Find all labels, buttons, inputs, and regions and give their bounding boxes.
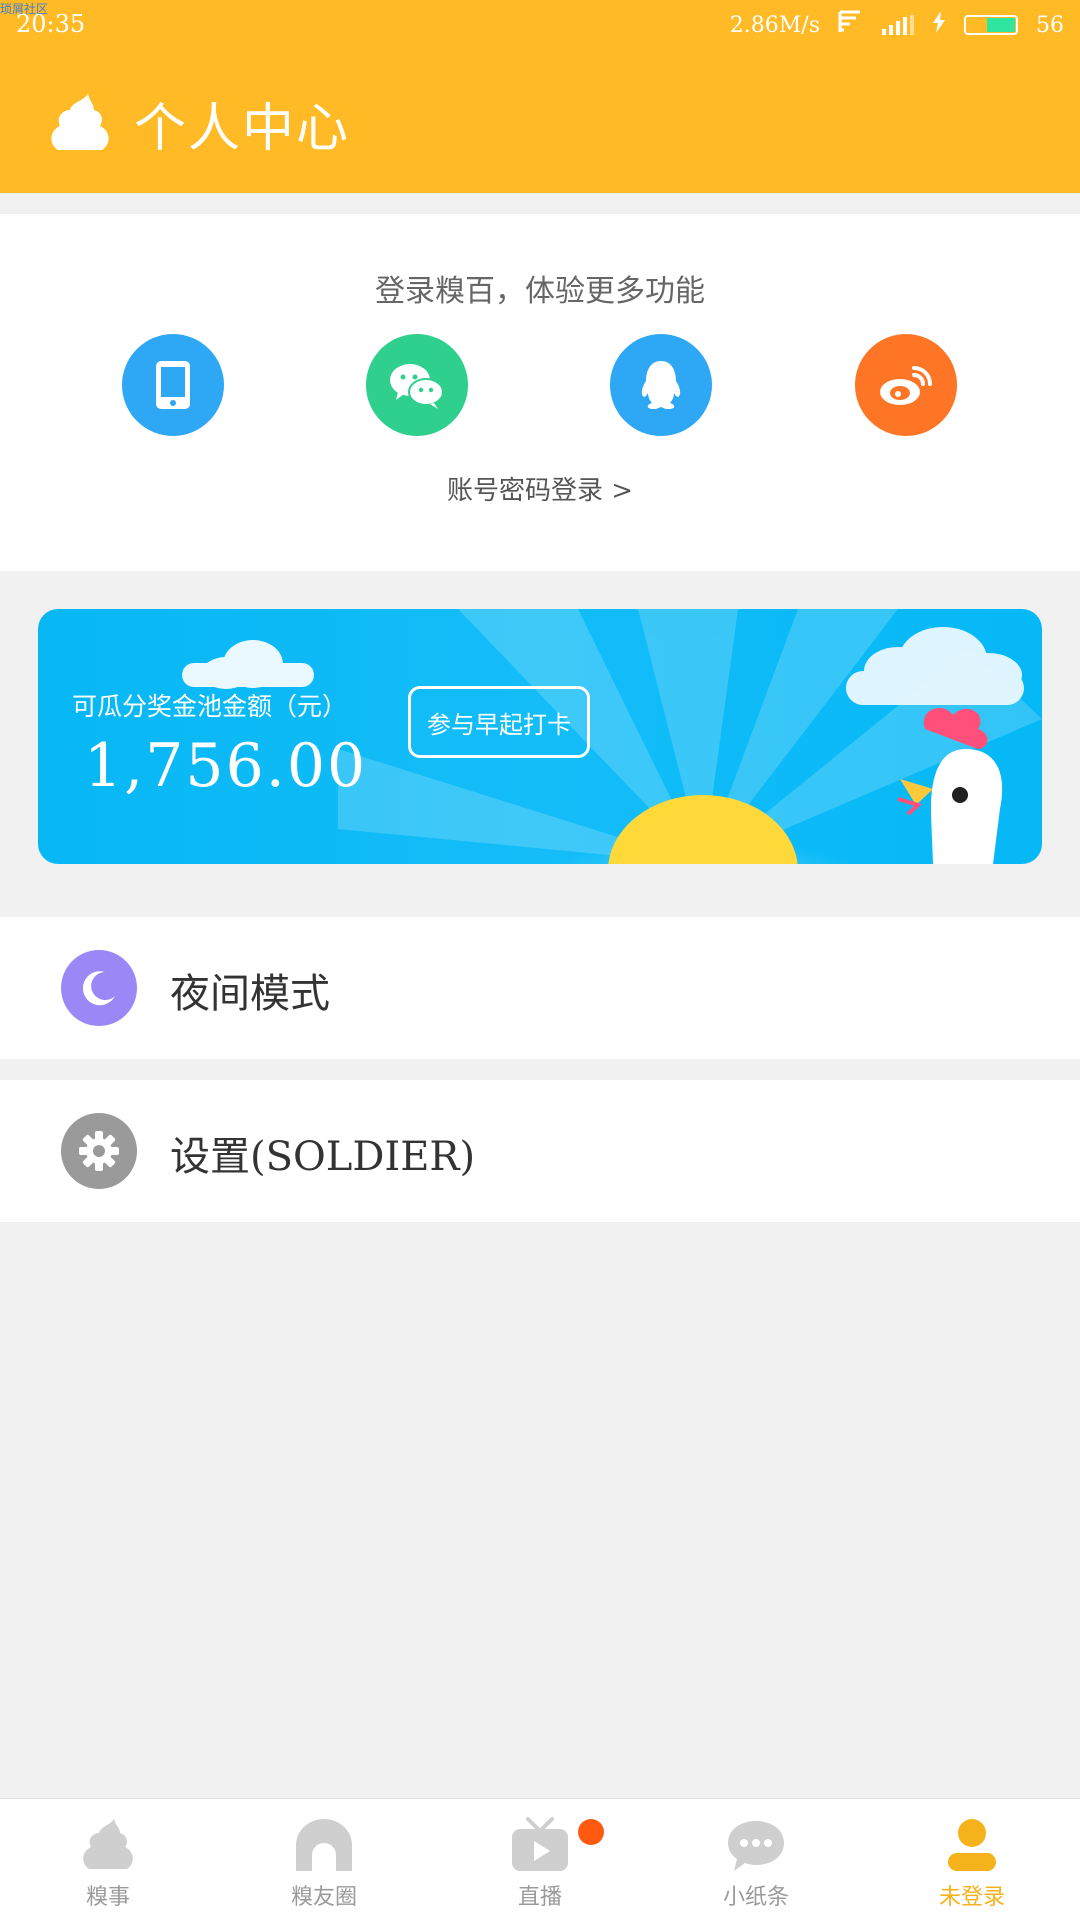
login-prompt: 登录糗百，体验更多功能 [375,274,705,309]
tab-label: 糗事 [85,1885,130,1910]
tab-messages[interactable]: 小纸条 [648,1799,864,1921]
status-bar-right: 2.86M/s 56 [730,10,1064,40]
account-password-login-link[interactable]: 账号密码登录 > [0,470,1080,507]
tab-label: 未登录 [938,1885,1005,1910]
bottom-tab-bar: 糗事 糗友圈 直播 小纸条 未登录 [0,1798,1080,1921]
user-icon [948,1819,996,1871]
weibo-login-button[interactable] [855,334,957,436]
network-speed: 2.86M/s [729,12,820,38]
chat-bubble-icon [728,1821,784,1871]
qq-login-button[interactable] [610,334,712,436]
app-header: 琐屑社区 20:35 2.86M/s 56 个人中心 [0,0,1080,193]
night-mode-label: 夜间模式 [170,971,330,1017]
qq-icon [641,361,681,409]
login-card: 登录糗百，体验更多功能 账号密码登录 > [0,214,1080,571]
wechat-icon [390,364,444,409]
arch-icon [296,1819,352,1871]
tab-label: 糗友圈 [290,1885,357,1910]
prize-pool-label: 可瓜分奖金池金额（元） [72,692,348,721]
weibo-icon [880,366,932,405]
phone-icon [156,361,190,409]
prize-pool-amount: 1,756.00 [84,731,368,801]
live-badge [578,1819,604,1845]
poop-icon [83,1819,133,1869]
tab-qiushi[interactable]: 糗事 [0,1799,216,1921]
phone-login-button[interactable] [122,334,224,436]
signal-icon [882,15,914,35]
gear-icon [61,1113,137,1189]
tab-live[interactable]: 直播 [432,1799,648,1921]
battery-level: 56 [1036,12,1064,38]
morning-checkin-banner[interactable]: 可瓜分奖金池金额（元） 1,756.00 参与早起打卡 [38,609,1042,864]
tv-play-icon [512,1817,568,1871]
wechat-login-button[interactable] [366,334,468,436]
tab-not-logged-in[interactable]: 未登录 [864,1799,1080,1921]
tab-label: 直播 [517,1885,562,1910]
status-time: 20:35 [16,10,86,38]
charging-icon [932,11,946,39]
moon-icon [61,950,137,1026]
settings-label: 设置(SOLDIER) [170,1134,476,1180]
tab-friends-circle[interactable]: 糗友圈 [216,1799,432,1921]
battery-icon [964,15,1018,35]
poop-logo-icon [48,92,112,152]
settings-item[interactable]: 设置(SOLDIER) [0,1080,1080,1222]
join-morning-checkin-button[interactable]: 参与早起打卡 [408,686,590,758]
page-title: 个人中心 [134,99,351,159]
tab-label: 小纸条 [722,1885,789,1910]
wifi-icon [838,10,864,40]
night-mode-item[interactable]: 夜间模式 [0,917,1080,1059]
